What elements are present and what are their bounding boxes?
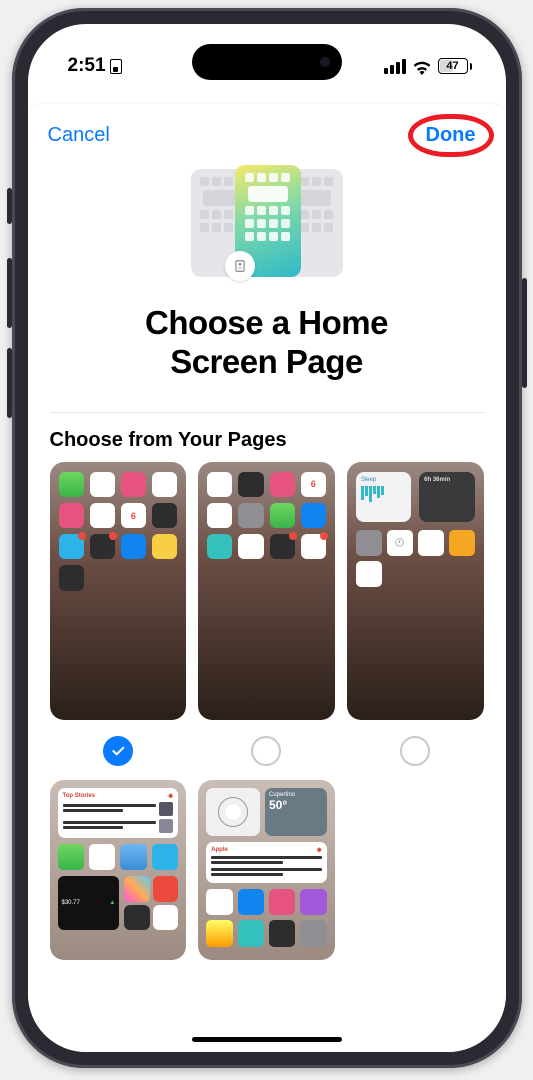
modal-sheet: Cancel Done [28, 104, 506, 1052]
page-thumbnail-4[interactable]: Top Stories✱ $30.77▲ [50, 780, 187, 960]
page-radio-1[interactable] [103, 736, 133, 766]
page-thumbnail-1[interactable]: 6 [50, 462, 187, 720]
page-thumbnail-empty [347, 780, 484, 960]
volume-down-button [7, 348, 12, 418]
iphone-frame: 2:51 47 Cancel Do [12, 8, 522, 1068]
screen: 2:51 47 Cancel Do [28, 24, 506, 1052]
battery-indicator: 47 [438, 58, 472, 74]
page-thumbnail-2[interactable]: 6 [198, 462, 335, 720]
page-radio-2[interactable] [251, 736, 281, 766]
focus-indicator-icon [110, 59, 122, 74]
cancel-button[interactable]: Cancel [48, 124, 110, 147]
page-selectors [28, 728, 506, 780]
dynamic-island [192, 44, 342, 80]
battery-percentage: 47 [446, 60, 458, 72]
pages-grid-row1: 6 6 [28, 462, 506, 728]
wifi-icon [412, 59, 432, 74]
power-button [522, 278, 527, 388]
mute-switch [7, 188, 12, 224]
section-heading: Choose from Your Pages [28, 413, 506, 462]
hero-illustration [187, 165, 347, 285]
page-thumbnail-3[interactable]: Sleep 6h 36min 🕐 [347, 462, 484, 720]
page-radio-3[interactable] [400, 736, 430, 766]
done-button[interactable]: Done [426, 124, 476, 146]
pages-grid-row2: Top Stories✱ $30.77▲ [28, 780, 506, 960]
page-thumbnail-5[interactable]: Cupertino50° Apple✱ [198, 780, 335, 960]
contact-badge-icon [225, 251, 255, 281]
cellular-signal-icon [384, 59, 406, 74]
page-title: Choose a Home Screen Page [58, 304, 476, 382]
volume-up-button [7, 258, 12, 328]
nav-bar: Cancel Done [28, 104, 506, 159]
hero-section: Choose a Home Screen Page [28, 159, 506, 394]
sleep-widget: Sleep [356, 472, 411, 522]
fitness-widget: 6h 36min [419, 472, 474, 522]
status-time: 2:51 [68, 55, 106, 77]
home-indicator[interactable] [192, 1037, 342, 1042]
